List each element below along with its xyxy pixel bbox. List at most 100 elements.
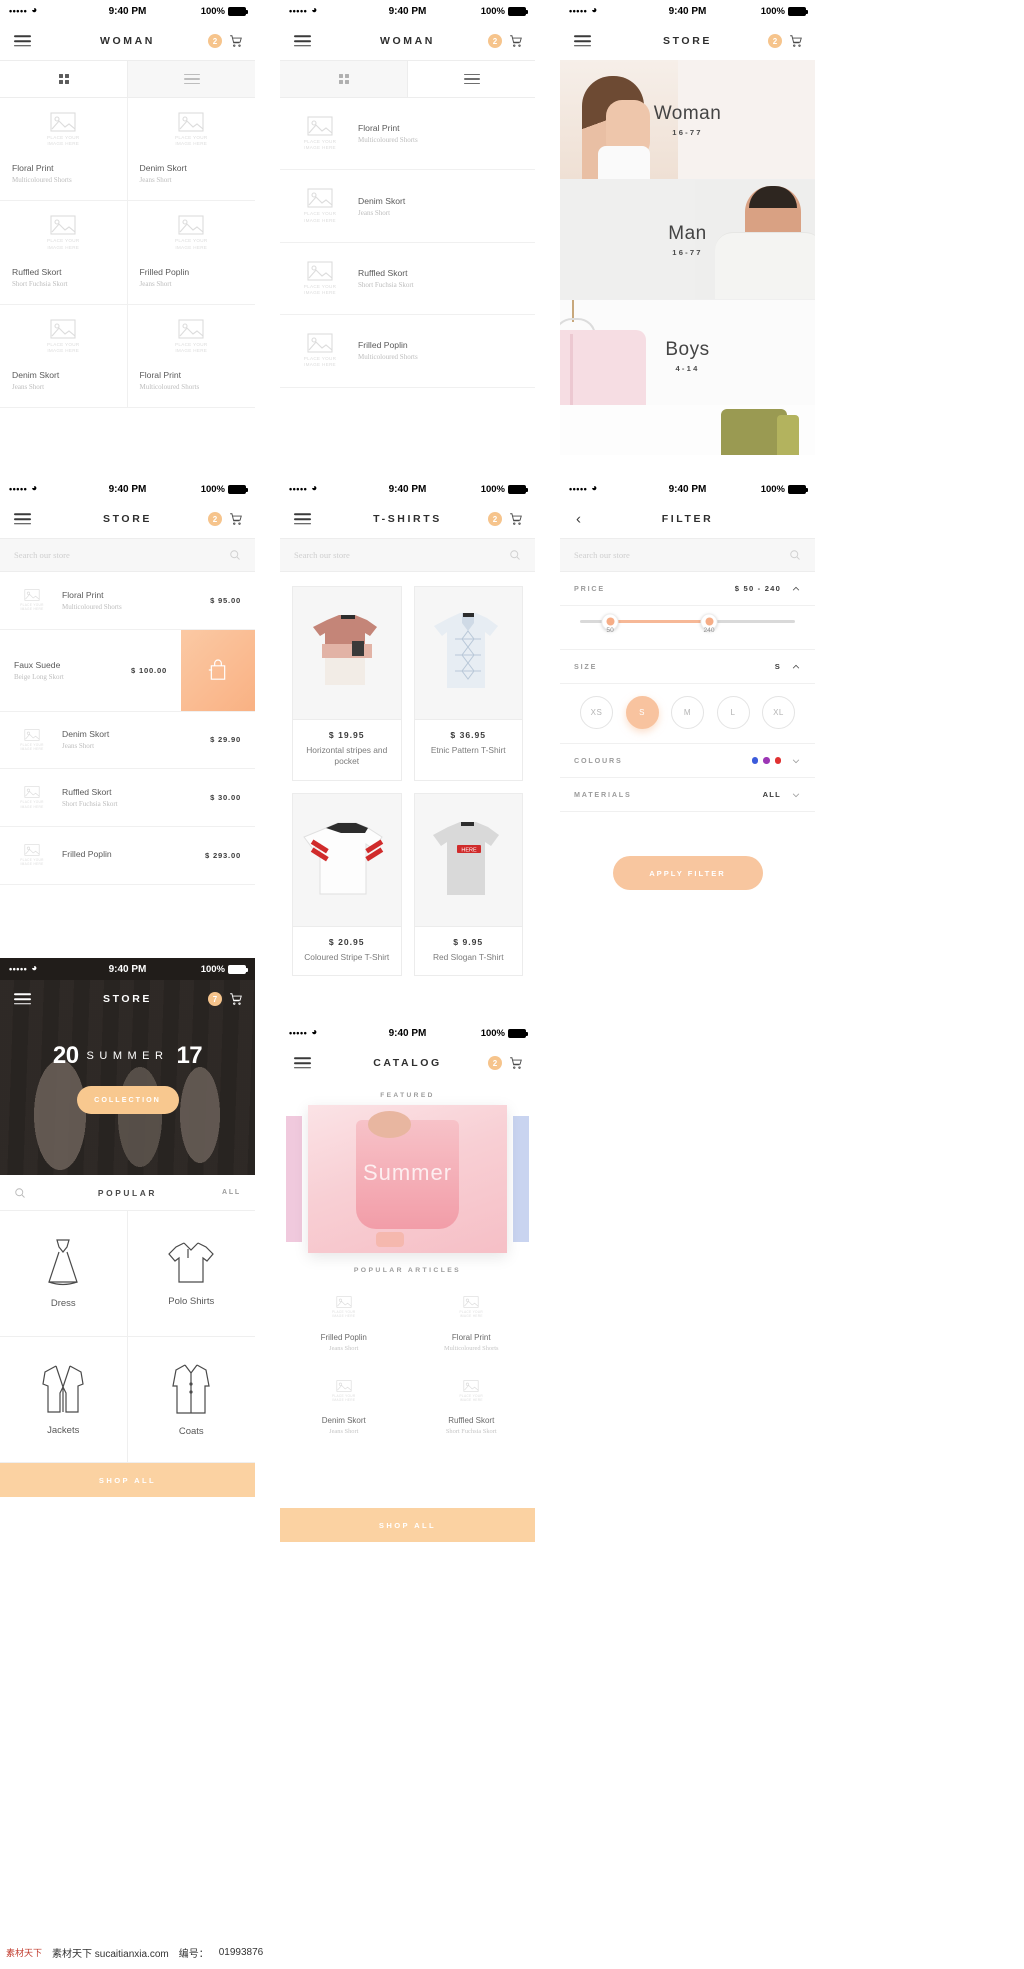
category-row-woman[interactable]: Woman 16-77 — [560, 60, 815, 180]
menu-icon[interactable] — [294, 510, 311, 528]
category-card-jackets[interactable]: Jackets — [0, 1337, 128, 1463]
tshirt-card[interactable]: $ 20.95 Coloured Stripe T-Shirt — [292, 792, 402, 977]
filter-colours-header[interactable]: COLOURS — [560, 744, 815, 778]
filter-price-value: $ 50 - 240 — [734, 584, 781, 593]
product-row[interactable]: PLACE YOUR IMAGE HERE Floral Print Multicol… — [280, 98, 535, 171]
article-card[interactable]: PLACE YOUR IMAGE HERE Frilled Poplin Jeans … — [280, 1284, 408, 1368]
chevron-down-icon[interactable] — [791, 756, 801, 766]
product-name: Frilled Poplin — [139, 266, 190, 277]
size-option-l[interactable]: L — [716, 696, 750, 729]
add-to-bag-action[interactable] — [181, 629, 255, 711]
category-card-coats[interactable]: Coats — [127, 1337, 255, 1463]
product-subtitle: Multicoloured Shorts — [12, 176, 72, 185]
cart-icon[interactable] — [229, 992, 243, 1006]
product-row[interactable]: PLACE YOUR IMAGE HERE Frilled Poplin Multic… — [280, 315, 535, 388]
product-card[interactable]: PLACE YOUR IMAGE HERE Denim Skort Jeans Sho… — [127, 98, 255, 202]
menu-icon[interactable] — [14, 990, 31, 1008]
category-row-man[interactable]: Man 16-77 — [560, 180, 815, 300]
product-row[interactable]: PLACE YOUR IMAGE HERE Ruffled Skort Short F… — [0, 769, 255, 827]
cart-icon[interactable] — [509, 34, 523, 48]
product-row[interactable]: PLACE YOUR IMAGE HERE Denim Skort Jeans Sho… — [280, 170, 535, 243]
menu-icon[interactable] — [574, 32, 591, 50]
size-option-xl[interactable]: XL — [762, 696, 795, 729]
colour-swatches[interactable] — [751, 757, 781, 764]
filter-size-header[interactable]: SIZE S — [560, 650, 815, 684]
search-input[interactable]: Search our store — [294, 550, 350, 560]
carousel-current-slide[interactable]: Summer — [308, 1105, 507, 1253]
menu-icon[interactable] — [294, 1054, 311, 1072]
carousel-prev-slide[interactable] — [286, 1116, 302, 1242]
hero-year-left: 20 — [52, 1041, 79, 1069]
menu-icon[interactable] — [14, 32, 31, 50]
category-row-next[interactable] — [560, 405, 815, 455]
product-card[interactable]: PLACE YOUR IMAGE HERE Ruffled Skort Short F… — [0, 201, 128, 305]
placeholder-text: PLACE YOUR IMAGE HERE — [174, 238, 208, 250]
colour-swatch-1[interactable] — [751, 757, 758, 764]
product-row[interactable]: PLACE YOUR IMAGE HERE Denim Skort Jeans Sho… — [0, 712, 255, 770]
page-title: STORE — [103, 513, 152, 525]
colour-swatch-3[interactable] — [774, 757, 781, 764]
product-card[interactable]: PLACE YOUR IMAGE HERE Floral Print Multicol… — [127, 305, 255, 409]
product-row[interactable]: PLACE YOUR IMAGE HERE Floral Print Multicol… — [0, 572, 255, 630]
status-bar: ••••• ◕ 9:40 PM 100% — [280, 0, 535, 22]
category-name: Man — [668, 222, 707, 244]
menu-icon[interactable] — [14, 510, 31, 528]
shop-all-button[interactable]: SHOP ALL — [0, 1463, 255, 1497]
featured-carousel[interactable]: Summer — [280, 1105, 535, 1253]
search-input[interactable]: Search our store — [14, 550, 70, 560]
cart-icon[interactable] — [229, 512, 243, 526]
search-icon[interactable] — [229, 549, 241, 561]
article-card[interactable]: PLACE YOUR IMAGE HERE Ruffled Skort Short F… — [408, 1368, 536, 1452]
chevron-up-icon[interactable] — [791, 584, 801, 594]
article-card[interactable]: PLACE YOUR IMAGE HERE Floral Print Multicol… — [408, 1284, 536, 1368]
product-card[interactable]: PLACE YOUR IMAGE HERE Floral Print Multicol… — [0, 98, 128, 202]
chevron-up-icon[interactable] — [791, 662, 801, 672]
size-option-xs[interactable]: XS — [580, 696, 613, 729]
shop-all-button[interactable]: SHOP ALL — [280, 1508, 535, 1542]
back-icon[interactable]: ‹ — [576, 512, 581, 527]
apply-filter-button[interactable]: APPLY FILTER — [612, 856, 763, 890]
article-card[interactable]: PLACE YOUR IMAGE HERE Denim Skort Jeans Sho… — [280, 1368, 408, 1452]
search-icon[interactable] — [509, 549, 521, 561]
size-option-s[interactable]: S — [625, 696, 659, 729]
cart-icon[interactable] — [229, 34, 243, 48]
product-row[interactable]: PLACE YOUR IMAGE HERE Frilled Poplin $ 293.… — [0, 827, 255, 885]
nav-bar: WOMAN 2 — [280, 22, 535, 60]
search-bar[interactable]: Search our store — [280, 538, 535, 572]
tab-list-view[interactable] — [407, 61, 535, 97]
product-subtitle: Short Fuchsia Skort — [358, 280, 414, 289]
search-bar[interactable]: Search our store — [0, 538, 255, 572]
cart-icon[interactable] — [509, 512, 523, 526]
category-card-dress[interactable]: Dress — [0, 1211, 128, 1337]
carousel-next-slide[interactable] — [513, 1116, 529, 1242]
tab-grid-view[interactable] — [0, 61, 127, 97]
menu-icon[interactable] — [294, 32, 311, 50]
collection-button[interactable]: COLLECTION — [76, 1085, 179, 1114]
tab-grid-view[interactable] — [280, 61, 407, 97]
tshirt-card[interactable]: $ 36.95 Etnic Pattern T-Shirt — [413, 586, 523, 781]
wifi-icon: ◕ — [31, 963, 38, 974]
category-row-boys[interactable]: Boys 4-14 — [560, 300, 815, 413]
filter-size-value: S — [774, 662, 781, 671]
image-placeholder-icon — [307, 116, 333, 136]
price-slider[interactable]: 50 240 — [560, 606, 815, 650]
image-placeholder-icon — [463, 1296, 479, 1308]
product-card[interactable]: PLACE YOUR IMAGE HERE Frilled Poplin Jeans … — [127, 201, 255, 305]
product-row-highlighted[interactable]: Faux Suede Beige Long Skort $ 100.00 — [0, 629, 255, 712]
cart-icon[interactable] — [789, 34, 803, 48]
product-row[interactable]: PLACE YOUR IMAGE HERE Ruffled Skort Short F… — [280, 243, 535, 316]
chevron-down-icon[interactable] — [791, 790, 801, 800]
search-bar[interactable]: Search our store — [560, 538, 815, 572]
tshirt-card[interactable]: HERE $ 9.95 Red Slogan T-Shirt — [413, 792, 523, 977]
category-card-polo[interactable]: Polo Shirts — [127, 1211, 255, 1337]
tshirt-card[interactable]: $ 19.95 Horizontal stripes and pocket — [292, 586, 402, 781]
product-card[interactable]: PLACE YOUR IMAGE HERE Denim Skort Jeans Sho… — [0, 304, 128, 409]
size-option-m[interactable]: M — [671, 696, 704, 729]
colour-swatch-2[interactable] — [763, 757, 770, 764]
filter-price-header[interactable]: PRICE $ 50 - 240 — [560, 572, 815, 606]
search-icon[interactable] — [789, 549, 801, 561]
filter-materials-header[interactable]: MATERIALS ALL — [560, 778, 815, 812]
tab-list-view[interactable] — [127, 61, 255, 97]
cart-icon[interactable] — [509, 1056, 523, 1070]
search-input[interactable]: Search our store — [574, 550, 630, 560]
